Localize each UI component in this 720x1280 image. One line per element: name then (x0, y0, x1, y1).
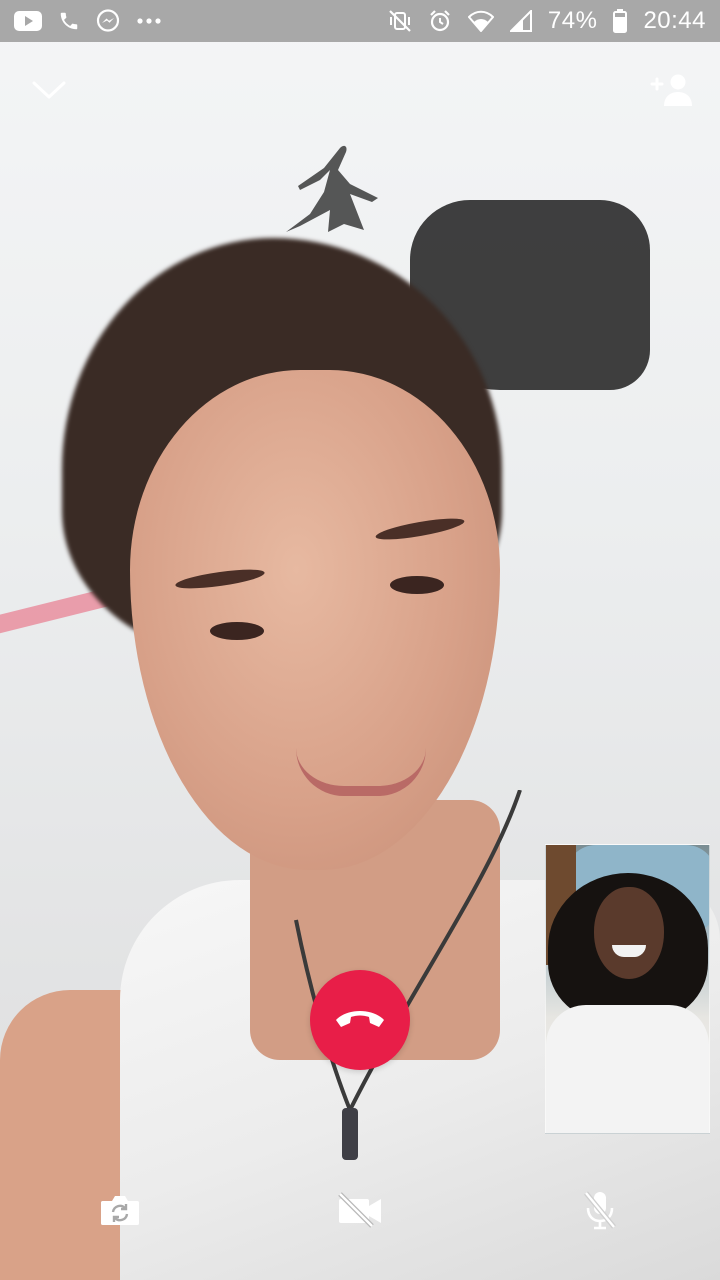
toggle-mic-button[interactable] (574, 1188, 626, 1236)
self-preview-face (594, 887, 664, 979)
self-video-preview[interactable] (545, 844, 710, 1134)
more-dots-icon (136, 17, 162, 25)
flip-camera-icon (99, 1193, 141, 1232)
add-participant-button[interactable] (648, 68, 696, 116)
vibrate-mute-icon (388, 9, 412, 33)
hang-up-icon (333, 1006, 387, 1035)
status-bar-right: 74% 20:44 (388, 7, 706, 35)
status-bar-left (14, 9, 162, 33)
video-off-icon (336, 1191, 384, 1233)
video-call-screen: 74% 20:44 (0, 0, 720, 1280)
mic-off-icon (583, 1190, 617, 1235)
self-preview-shirt (546, 1005, 709, 1133)
phone-icon (58, 10, 80, 32)
signal-icon (509, 10, 532, 32)
minimize-call-button[interactable] (25, 68, 73, 116)
toggle-video-button[interactable] (334, 1188, 386, 1236)
messenger-icon (96, 9, 120, 33)
youtube-icon (14, 11, 42, 31)
flip-camera-button[interactable] (94, 1188, 146, 1236)
chevron-down-icon (32, 80, 66, 105)
status-bar: 74% 20:44 (0, 0, 720, 42)
battery-icon (613, 9, 628, 33)
wifi-icon (467, 10, 494, 32)
remote-necklace (294, 790, 522, 1160)
status-clock: 20:44 (643, 7, 706, 34)
alarm-icon (428, 9, 452, 33)
remote-left-eye (210, 622, 264, 640)
battery-percent: 74% (547, 7, 598, 34)
remote-right-eye (390, 576, 444, 594)
add-person-icon (650, 73, 694, 112)
end-call-button[interactable] (310, 970, 410, 1070)
